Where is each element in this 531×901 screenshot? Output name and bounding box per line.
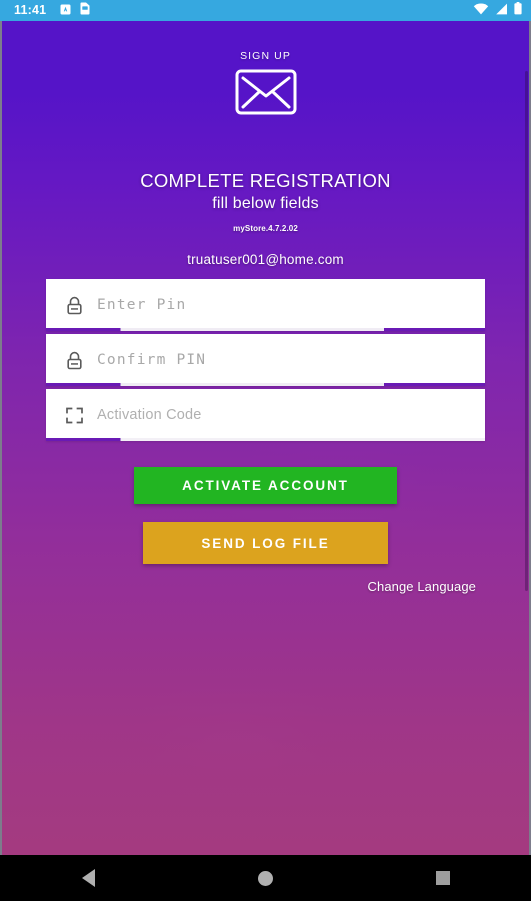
confirm-pin-field[interactable]: Confirm PIN xyxy=(46,334,485,386)
back-button[interactable] xyxy=(59,855,119,901)
back-triangle-icon xyxy=(82,869,95,887)
envelope-icon-wrapper xyxy=(2,69,529,120)
confirm-pin-field-placeholder: Confirm PIN xyxy=(97,352,207,368)
recents-square-icon xyxy=(435,871,450,885)
lock-icon xyxy=(63,294,85,316)
vertical-scrollbar[interactable] xyxy=(525,71,528,591)
app-notification-icon xyxy=(60,2,71,20)
signup-label: SIGN UP xyxy=(240,50,291,62)
sim-card-icon xyxy=(80,2,90,20)
scan-code-icon xyxy=(63,404,85,426)
home-circle-icon xyxy=(258,870,273,886)
device-screen: 11:41 SIGN UP COMPLETE REGISTRATION fill… xyxy=(0,0,531,901)
status-bar: 11:41 xyxy=(0,0,531,21)
page-title: COMPLETE REGISTRATION xyxy=(140,170,391,191)
status-bar-clock: 11:41 xyxy=(14,3,47,18)
send-log-file-button[interactable]: SEND LOG FILE xyxy=(143,522,388,564)
lock-icon xyxy=(63,349,85,371)
page-subtitle: fill below fields xyxy=(212,195,319,212)
envelope-icon xyxy=(235,69,297,120)
activation-code-field[interactable]: Activation Code xyxy=(46,389,485,441)
app-version-label: myStore.4.7.2.02 xyxy=(233,224,298,233)
wifi-icon xyxy=(473,2,489,20)
status-bar-notification-icons xyxy=(60,2,90,20)
pin-field-placeholder: Enter Pin xyxy=(97,297,187,313)
status-bar-system-icons xyxy=(473,1,522,20)
recents-button[interactable] xyxy=(413,855,473,901)
change-language-link[interactable]: Change Language xyxy=(368,579,477,594)
registration-content: SIGN UP COMPLETE REGISTRATION fill below… xyxy=(2,21,529,855)
android-navigation-bar xyxy=(0,855,531,901)
user-email-label: truatuser001@home.com xyxy=(187,252,344,267)
activate-account-button[interactable]: ACTIVATE ACCOUNT xyxy=(134,467,397,504)
home-button[interactable] xyxy=(236,855,296,901)
activation-code-field-placeholder: Activation Code xyxy=(97,407,202,423)
pin-field[interactable]: Enter Pin xyxy=(46,279,485,331)
battery-icon xyxy=(514,1,522,20)
cellular-signal-icon xyxy=(495,2,508,20)
app-background: SIGN UP COMPLETE REGISTRATION fill below… xyxy=(0,21,531,855)
